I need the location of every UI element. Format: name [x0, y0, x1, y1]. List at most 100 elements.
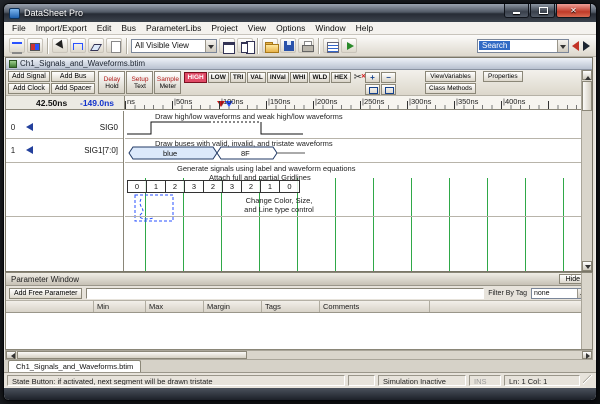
window-tile-icon[interactable]	[237, 38, 253, 53]
add-free-parameter-button[interactable]: Add Free Parameter	[9, 288, 82, 299]
state-button[interactable]: HIGH	[184, 72, 206, 83]
nav-back-icon[interactable]	[572, 41, 579, 51]
cursor-time: 42.50ns	[36, 98, 67, 108]
scroll-down-icon[interactable]	[582, 261, 592, 271]
titlebar[interactable]: DataSheet Pro ✕	[4, 4, 596, 22]
menu-item[interactable]: File	[7, 22, 31, 34]
parameter-scrollbar[interactable]	[581, 273, 592, 349]
open-folder-icon[interactable]	[262, 38, 278, 53]
signal-name[interactable]: SIG1[7:0]	[84, 146, 123, 155]
zoom-range-button[interactable]	[381, 84, 396, 95]
chevron-down-icon[interactable]	[205, 40, 216, 52]
maximize-button[interactable]	[530, 4, 555, 18]
separator	[125, 216, 581, 217]
view-selector[interactable]: All Visible View	[131, 39, 217, 53]
column-header[interactable]: Margin	[204, 301, 262, 312]
menu-item[interactable]: ParameterLibs	[141, 22, 206, 34]
scroll-up-icon[interactable]	[582, 70, 592, 80]
scrollbar-thumb[interactable]	[17, 351, 247, 359]
vertical-scrollbar[interactable]	[581, 70, 592, 271]
horizontal-scrollbar[interactable]	[5, 350, 593, 360]
counter-strip[interactable]: 012323210	[127, 180, 300, 193]
parameter-table-header: MinMaxMarginTagsComments	[6, 301, 581, 313]
column-header[interactable]: Max	[146, 301, 204, 312]
properties-button[interactable]: Properties	[483, 71, 523, 82]
scissors-icon[interactable]: ✂	[354, 72, 362, 83]
scroll-left-icon[interactable]	[6, 351, 16, 359]
wave-area[interactable]: Draw high/low waveforms and weak high/lo…	[125, 111, 581, 271]
chevron-down-icon[interactable]	[557, 40, 568, 52]
delay-hold-toggle[interactable]: Delay Hold	[98, 71, 125, 94]
time-ruler[interactable]: ns|50ns|100ns|150ns|200ns|250ns|300ns|35…	[124, 96, 581, 109]
menu-item[interactable]: Options	[271, 22, 310, 34]
time-marker-red-icon[interactable]	[217, 101, 225, 109]
waveform-canvas[interactable]: 0 SIG0 1 SIG1[7:0]	[6, 111, 581, 271]
column-header[interactable]	[6, 301, 94, 312]
signal-row[interactable]: 1 SIG1[7:0]	[6, 141, 123, 159]
menu-item[interactable]: Edit	[92, 22, 117, 34]
add-signal-button[interactable]: Add Signal	[8, 71, 50, 82]
setup-text-toggle[interactable]: Setup Text	[126, 71, 153, 94]
menu-item[interactable]: Project	[206, 22, 242, 34]
view-buttons-group: ViewVariables Class Methods	[425, 71, 476, 94]
report-icon[interactable]	[323, 38, 339, 53]
column-header[interactable]: Tags	[262, 301, 320, 312]
scrollbar-thumb[interactable]	[582, 81, 592, 111]
search-input[interactable]: Search	[479, 41, 510, 50]
pointer-tool-icon[interactable]	[52, 38, 68, 53]
resize-grip[interactable]	[583, 375, 593, 385]
add-spacer-button[interactable]: Add Spacer	[51, 83, 96, 94]
document-titlebar[interactable]: Ch1_Signals_and_Waveforms.btim	[6, 58, 592, 70]
state-button[interactable]: VAL	[247, 72, 266, 83]
menu-item[interactable]: Bus	[116, 22, 141, 34]
zoom-full-button[interactable]	[365, 84, 380, 95]
close-button[interactable]: ✕	[556, 4, 591, 18]
menu-item[interactable]: Window	[310, 22, 350, 34]
ruler-tick-label: |350ns	[456, 97, 478, 106]
signal-name[interactable]: SIG0	[100, 123, 123, 132]
view-variables-button[interactable]: ViewVariables	[425, 71, 476, 82]
sample-meter-toggle[interactable]: Sample Meter	[154, 71, 181, 94]
draw-bus-icon[interactable]	[88, 38, 104, 53]
add-bus-button[interactable]: Add Bus	[51, 71, 96, 82]
print-icon[interactable]	[298, 38, 314, 53]
state-button[interactable]: TRI	[230, 72, 246, 83]
parameter-table-body[interactable]	[6, 313, 581, 349]
draw-signal-icon[interactable]	[70, 38, 86, 53]
zoom-in-button[interactable]: +	[365, 72, 380, 83]
window-cascade-icon[interactable]	[219, 38, 235, 53]
state-button[interactable]: WHI	[290, 72, 309, 83]
column-header[interactable]: Comments	[320, 301, 430, 312]
state-button[interactable]: HEX	[331, 72, 350, 83]
tab-active-document[interactable]: Ch1_Signals_and_Waveforms.btim	[8, 360, 141, 372]
add-clock-button[interactable]: Add Clock	[8, 83, 50, 94]
time-marker-blue-icon[interactable]	[225, 101, 233, 109]
run-simulation-icon[interactable]	[341, 38, 357, 53]
parameter-window: Parameter Window Hide Add Free Parameter…	[5, 272, 593, 350]
bus-diagram-icon[interactable]	[27, 38, 43, 53]
label-tool-icon[interactable]	[106, 38, 122, 53]
toggle-bottom-label: Text	[134, 83, 146, 90]
scroll-right-icon[interactable]	[582, 351, 592, 359]
timing-diagram-icon[interactable]	[9, 38, 25, 53]
counter-cell: 1	[261, 181, 280, 192]
save-icon[interactable]	[280, 38, 296, 53]
signal-row[interactable]: 0 SIG0	[6, 118, 123, 136]
parameter-input[interactable]	[86, 288, 484, 299]
signal-name-panel: 0 SIG0 1 SIG1[7:0]	[6, 111, 124, 271]
menu-item[interactable]: Help	[351, 22, 378, 34]
nav-forward-icon[interactable]	[583, 41, 590, 51]
zoom-out-button[interactable]: −	[381, 72, 396, 83]
state-button[interactable]: INVal	[267, 72, 289, 83]
counter-cell: 3	[223, 181, 242, 192]
class-methods-button[interactable]: Class Methods	[425, 83, 476, 94]
column-header[interactable]: Min	[94, 301, 146, 312]
state-button[interactable]: WLD	[309, 72, 330, 83]
menu-item[interactable]: View	[243, 22, 271, 34]
search-box[interactable]: Search	[477, 39, 569, 53]
simulation-status: Simulation Inactive	[378, 375, 466, 386]
document-title: Ch1_Signals_and_Waveforms.btim	[20, 59, 145, 68]
state-button[interactable]: LOW	[208, 72, 229, 83]
menu-item[interactable]: Import/Export	[31, 22, 92, 34]
minimize-button[interactable]	[504, 4, 529, 18]
